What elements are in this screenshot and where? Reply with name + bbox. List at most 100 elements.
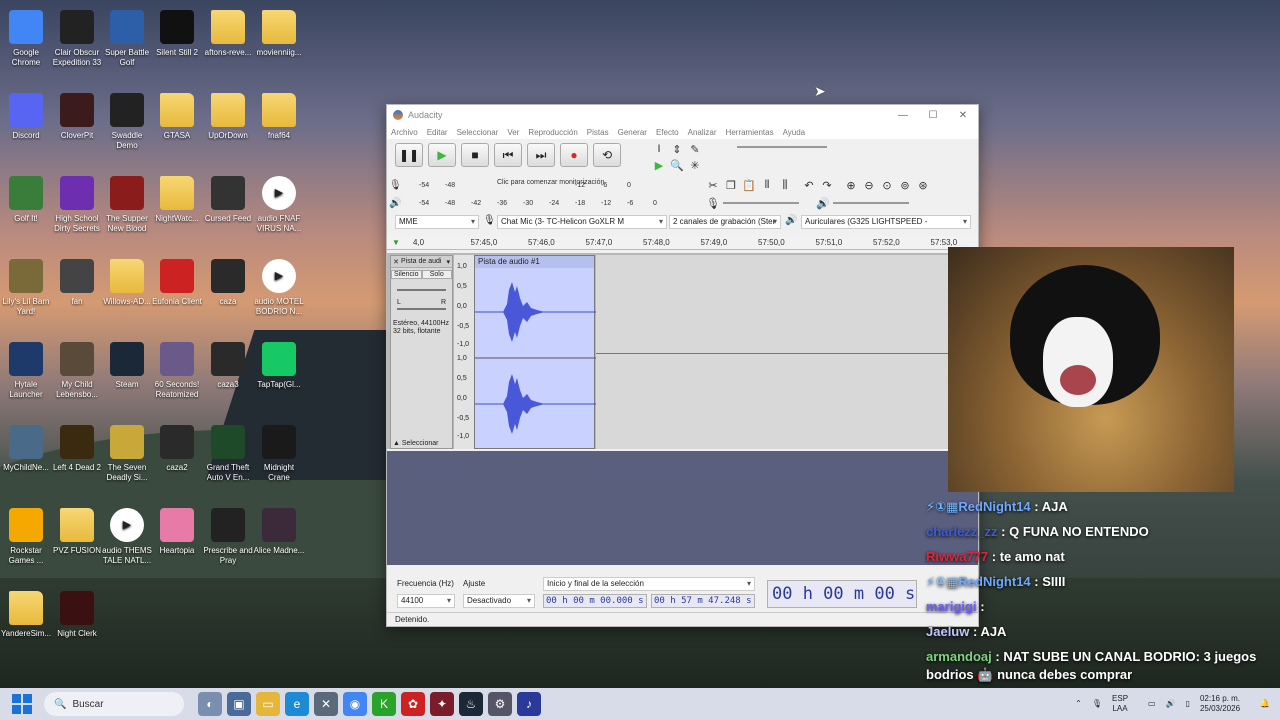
channels-select[interactable]: 2 canales de grabación (Ster [669, 215, 781, 229]
desktop-icon[interactable]: PVZ FUSION [51, 502, 103, 556]
desktop-icon[interactable]: YandereSim... [0, 585, 52, 639]
battery-icon[interactable]: ▯ [1186, 699, 1190, 709]
audio-clip[interactable]: Pista de audio #1 [474, 255, 596, 449]
track-menu-icon[interactable]: ▾ [446, 258, 452, 266]
skip-end-button[interactable]: ⏭ [527, 143, 555, 167]
snap-select[interactable]: Desactivado [463, 594, 535, 608]
desktop-icon[interactable]: ▶ audio FNAF VIRUS NA... [253, 170, 305, 234]
language-indicator[interactable]: ESP LAA [1112, 694, 1138, 714]
zoom-out-icon[interactable]: ⊖ [861, 177, 877, 193]
skip-start-button[interactable]: ⏮ [494, 143, 522, 167]
desktop-icon[interactable]: Discord [0, 87, 52, 141]
desktop-icon[interactable]: 60 Seconds! Reatomized [151, 336, 203, 400]
file-explorer-icon[interactable]: ▭ [256, 692, 280, 716]
audio-position-time[interactable]: 00 h 00 m 00 s [767, 580, 917, 608]
desktop-icon[interactable]: Grand Theft Auto V En... [202, 419, 254, 483]
close-button[interactable]: ✕ [948, 110, 978, 121]
meter-monitor-text[interactable]: Clic para comenzar monitorización [497, 179, 604, 186]
envelope-tool-icon[interactable]: ⇕ [669, 141, 685, 157]
empty-track-region[interactable] [596, 255, 966, 449]
desktop-icon[interactable]: movienniig... [253, 4, 305, 58]
desktop-icon[interactable]: Heartopia [151, 502, 203, 556]
desktop-icon[interactable]: Midnight Crane [253, 419, 305, 483]
menu-item[interactable]: Reproducción [528, 128, 577, 137]
desktop-icon[interactable]: Alice Madne... [253, 502, 305, 556]
playback-speed-slider[interactable] [737, 146, 827, 148]
desktop-icon[interactable]: fnaf64 [253, 87, 305, 141]
tray-expand-icon[interactable]: ⌃ [1075, 699, 1082, 709]
desktop-icon[interactable]: Left 4 Dead 2 [51, 419, 103, 473]
desktop-icon[interactable]: Golf It! [0, 170, 52, 224]
zoom-tool-icon[interactable]: 🔍 [669, 157, 685, 173]
selection-tool-icon[interactable]: I [651, 141, 667, 157]
clock[interactable]: 02:16 p. m. 25/03/2026 [1200, 694, 1250, 714]
desktop-icon[interactable]: ▶ audio THEMS TALE NATL... [101, 502, 153, 566]
play-at-speed-button[interactable]: ▶ [651, 157, 667, 173]
desktop-icon[interactable]: Super Battle Golf [101, 4, 153, 68]
fit-project-icon[interactable]: ⊚ [897, 177, 913, 193]
menu-item[interactable]: Ayuda [783, 128, 806, 137]
menu-item[interactable]: Editar [427, 128, 448, 137]
desktop-icon[interactable]: Eufonia Client [151, 253, 203, 307]
cut-icon[interactable]: ✂ [705, 177, 721, 193]
desktop-icon[interactable]: Swaddle Demo [101, 87, 153, 151]
desktop-icon[interactable]: Lily's Lil Barn Yard! [0, 253, 52, 317]
desktop-icon[interactable]: Night Clerk [51, 585, 103, 639]
desktop-icon[interactable]: Clair Obscur Expedition 33 [51, 4, 103, 68]
track-select-button[interactable]: ▲ Seleccionar [393, 440, 438, 447]
audio-host-select[interactable]: MME [395, 215, 479, 229]
desktop-icon[interactable]: CloverPit [51, 87, 103, 141]
desktop-icon[interactable]: TapTap(Gl... [253, 336, 305, 390]
desktop-icon[interactable]: Willows-AD... [101, 253, 153, 307]
selection-start-time[interactable]: 00 h 00 m 00.000 s [543, 594, 647, 608]
desktop-icon[interactable]: Hytale Launcher [0, 336, 52, 400]
audacity-taskbar-icon[interactable]: ♪ [517, 692, 541, 716]
desktop-icon[interactable]: The Seven Deadly Si... [101, 419, 153, 483]
gain-slider[interactable] [397, 289, 446, 291]
menu-item[interactable]: Archivo [391, 128, 418, 137]
desktop-icon[interactable]: Prescribe and Pray [202, 502, 254, 566]
menu-item[interactable]: Seleccionar [457, 128, 499, 137]
desktop-icon[interactable]: Cursed Feed [202, 170, 254, 224]
menu-item[interactable]: Generar [618, 128, 647, 137]
desktop-icon[interactable]: caza2 [151, 419, 203, 473]
selection-end-time[interactable]: 00 h 57 m 47.248 s [651, 594, 755, 608]
xbox-icon[interactable]: ✕ [314, 692, 338, 716]
steam-taskbar-icon[interactable]: ♨ [459, 692, 483, 716]
maximize-button[interactable]: ☐ [918, 110, 948, 121]
desktop-icon[interactable]: My Child Lebensbo... [51, 336, 103, 400]
desktop-icon[interactable]: NightWatc... [151, 170, 203, 224]
track-name[interactable]: Pista de audi [401, 258, 441, 265]
desktop-icon[interactable]: caza3 [202, 336, 254, 390]
desktop-icon[interactable]: Rockstar Games ... [0, 502, 52, 566]
zoom-in-icon[interactable]: ⊕ [843, 177, 859, 193]
volume-icon[interactable]: 🔊 [1166, 699, 1176, 709]
windows-start-icon[interactable] [12, 694, 32, 714]
recording-volume-slider[interactable] [723, 202, 799, 204]
mute-button[interactable]: Silencio [391, 270, 422, 279]
edge-icon[interactable]: e [285, 692, 309, 716]
game-taskbar-icon[interactable]: ✦ [430, 692, 454, 716]
desktop-icon[interactable]: The Supper New Blood [101, 170, 153, 234]
notification-icon[interactable]: 🔔 [1260, 699, 1270, 709]
zoom-toggle-icon[interactable]: ⊛ [915, 177, 931, 193]
network-icon[interactable]: ▭ [1148, 699, 1156, 709]
pause-button[interactable]: ❚❚ [395, 143, 423, 167]
copilot-icon[interactable]: ◐ [198, 692, 222, 716]
playback-meter[interactable]: 🔊 -54 -48 -42 -36 -30 -24 -18 -12 -6 0 [389, 195, 689, 212]
redapp-icon[interactable]: ✿ [401, 692, 425, 716]
rate-select[interactable]: 44100 [397, 594, 455, 608]
chrome-taskbar-icon[interactable]: ◉ [343, 692, 367, 716]
desktop-icon[interactable]: fan [51, 253, 103, 307]
menu-item[interactable]: Analizar [688, 128, 717, 137]
empty-project-area[interactable] [387, 451, 978, 565]
close-track-icon[interactable]: ✕ [391, 258, 401, 266]
selection-mode-select[interactable]: Inicio y final de la selección [543, 577, 755, 591]
greenapp-icon[interactable]: K [372, 692, 396, 716]
fit-selection-icon[interactable]: ⊙ [879, 177, 895, 193]
play-button[interactable]: ▶ [428, 143, 456, 167]
recording-device-select[interactable]: Chat Mic (3- TC-Helicon GoXLR M [497, 215, 667, 229]
desktop-icon[interactable]: Silent Still 2 [151, 4, 203, 58]
desktop-icon[interactable]: caza [202, 253, 254, 307]
store-icon[interactable]: ▣ [227, 692, 251, 716]
